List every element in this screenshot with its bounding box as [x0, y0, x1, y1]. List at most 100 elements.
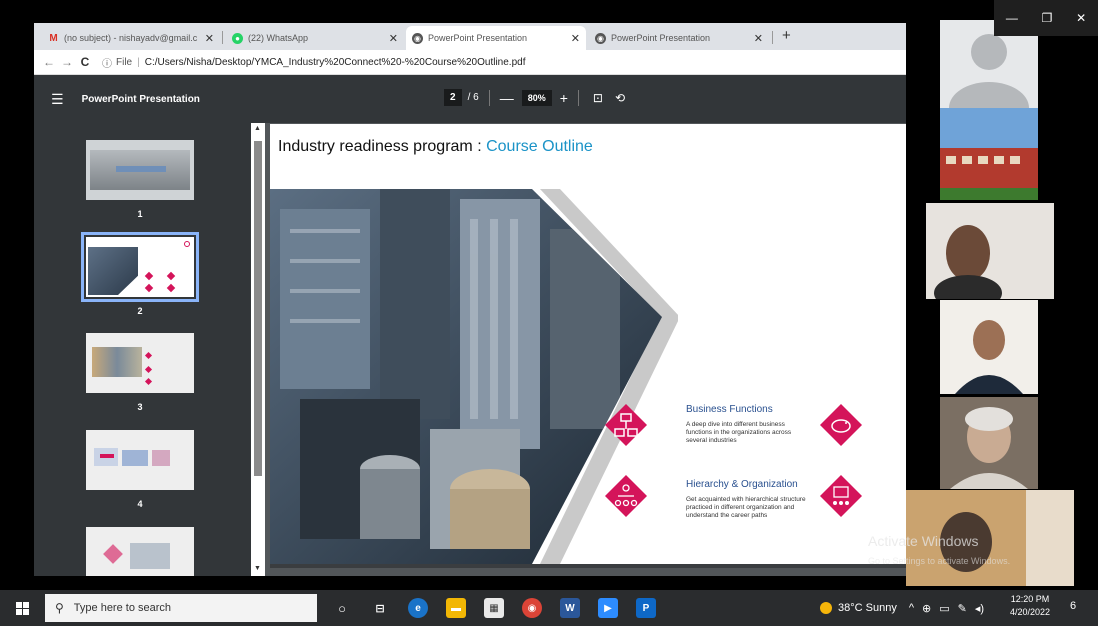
edge-icon[interactable]: e — [408, 598, 428, 618]
gmail-icon: M — [49, 32, 58, 44]
rotate-icon[interactable]: ⟲ — [615, 91, 625, 105]
close-icon[interactable]: ✕ — [571, 32, 580, 45]
item-description: A deep dive into different business func… — [686, 421, 792, 444]
sidebar-scrollbar[interactable]: ▲ ▼ — [251, 123, 265, 576]
participant-face-image — [926, 203, 1054, 299]
windows-start-icon[interactable] — [16, 601, 38, 615]
minimize-icon[interactable]: — — [1006, 11, 1018, 25]
thumbnail-page-1[interactable] — [86, 140, 194, 200]
scroll-down-icon[interactable]: ▼ — [254, 565, 261, 572]
zoom-in-button[interactable]: + — [560, 90, 568, 106]
thumbnail-page-5[interactable] — [86, 527, 194, 576]
slide-title-main: Industry readiness program : — [278, 138, 487, 155]
tab-whatsapp[interactable]: ● (22) WhatsApp ✕ — [226, 26, 404, 50]
thumbnail-page-2[interactable] — [81, 232, 199, 302]
close-icon[interactable]: ✕ — [754, 32, 763, 45]
zoom-out-button[interactable]: — — [500, 90, 514, 106]
org-chart-icon — [605, 404, 647, 446]
word-icon[interactable]: W — [560, 598, 580, 618]
scrollbar-thumb[interactable] — [254, 141, 262, 476]
notification-count: 6 — [1070, 600, 1077, 612]
hierarchy-icon — [605, 475, 647, 517]
slide-page: Industry readiness program : Course Outl… — [270, 124, 906, 568]
tab-powerpoint-active[interactable]: ◉ PowerPoint Presentation ✕ — [406, 26, 586, 50]
close-icon[interactable]: ✕ — [205, 32, 214, 45]
clock-time: 12:20 PM — [1010, 594, 1050, 604]
participant-face-image — [940, 300, 1038, 394]
search-icon: ⚲ — [55, 601, 64, 615]
tab-label: (no subject) - nishayadv@gmail.c — [64, 33, 198, 43]
weather-text[interactable]: 38°C Sunny — [838, 602, 897, 614]
chrome-icon[interactable]: ◉ — [522, 598, 542, 618]
forward-icon[interactable]: → — [58, 55, 76, 69]
activate-windows-watermark: Activate Windows — [868, 533, 979, 549]
fit-page-icon[interactable]: ⊡ — [593, 91, 603, 105]
clock[interactable]: 12:20 PM 4/20/2022 — [1010, 593, 1050, 619]
zoom-app-icon[interactable]: ▶ — [598, 598, 618, 618]
tab-gmail[interactable]: M (no subject) - nishayadv@gmail.c ✕ — [42, 26, 220, 50]
hamburger-menu-icon[interactable]: ☰ — [51, 91, 64, 108]
network-icon[interactable]: ⊕ — [922, 602, 931, 615]
page-number-input[interactable]: 2 — [444, 89, 462, 106]
item-heading: Hierarchy & Organization — [686, 479, 798, 490]
tab-label: PowerPoint Presentation — [611, 33, 711, 43]
screen: M (no subject) - nishayadv@gmail.c ✕ ● (… — [0, 0, 1098, 626]
tab-powerpoint[interactable]: ◉ PowerPoint Presentation ✕ — [589, 26, 769, 50]
system-tray: 38°C Sunny ^ ⊕ ▭ ✎ ◂) — [820, 590, 984, 626]
taskbar-search-input[interactable]: ⚲ Type here to search — [45, 594, 317, 622]
pdf-title: PowerPoint Presentation — [81, 93, 200, 105]
notification-icon[interactable]: 6 — [1070, 600, 1086, 616]
tab-label: (22) WhatsApp — [248, 33, 309, 43]
participant-video-3[interactable] — [940, 397, 1038, 489]
zoom-input[interactable]: 80% — [521, 89, 552, 106]
pen-icon[interactable]: ✎ — [958, 602, 967, 615]
thumbnail-page-3[interactable] — [86, 333, 194, 393]
pdf-toolbar: ☰ PowerPoint Presentation 2 / 6 — 80% + … — [34, 75, 906, 123]
page-total: / 6 — [467, 92, 479, 103]
restore-icon[interactable]: ❐ — [1042, 11, 1053, 25]
tab-label: PowerPoint Presentation — [428, 33, 528, 43]
item-description: Get acquainted with hierarchical structu… — [686, 496, 806, 519]
tab-strip: M (no subject) - nishayadv@gmail.c ✕ ● (… — [34, 23, 906, 50]
close-icon[interactable]: ✕ — [1076, 11, 1086, 25]
participant-video-building[interactable] — [940, 108, 1038, 200]
thumbnail-sidebar: 1 2 3 4 — [34, 123, 254, 576]
info-icon[interactable]: ⓘ — [102, 55, 112, 70]
powerpoint-app-icon[interactable]: P — [636, 598, 656, 618]
scroll-up-icon[interactable]: ▲ — [254, 125, 261, 132]
taskbar: ⚲ Type here to search ○ ⊟ e ▬ ▦ ◉ W ▶ P … — [0, 590, 1098, 626]
thumbnail-number: 4 — [137, 499, 143, 509]
participant-video-2[interactable] — [940, 300, 1038, 394]
cortana-icon[interactable]: ○ — [332, 598, 352, 618]
team-icon — [820, 475, 862, 517]
battery-icon[interactable]: ▭ — [939, 602, 949, 615]
browser-window: M (no subject) - nishayadv@gmail.c ✕ ● (… — [34, 23, 906, 576]
slide-title: Industry readiness program : Course Outl… — [278, 138, 593, 156]
pdf-body: 1 2 3 4 ▲ ▼ Industry readiness program:… — [34, 123, 906, 576]
file-explorer-icon[interactable]: ▬ — [446, 598, 466, 618]
new-tab-button[interactable]: + — [782, 27, 791, 44]
chevron-up-icon[interactable]: ^ — [909, 602, 914, 614]
volume-icon[interactable]: ◂) — [975, 602, 984, 615]
globe-icon: ◉ — [412, 32, 423, 44]
page-controls: 2 / 6 — 80% + ⊡ ⟲ — [444, 89, 625, 106]
url-input[interactable]: C:/Users/Nisha/Desktop/YMCA_Industry%20C… — [145, 57, 526, 68]
url-divider: | — [137, 56, 140, 68]
thumbnail-page-4[interactable] — [86, 430, 194, 490]
globe-icon: ◉ — [595, 32, 606, 44]
reload-icon[interactable]: C — [76, 55, 94, 69]
sun-icon — [820, 602, 832, 614]
thumbnail-number: 2 — [137, 306, 143, 316]
participant-video-1[interactable] — [926, 203, 1054, 299]
task-view-icon[interactable]: ⊟ — [370, 598, 390, 618]
address-bar: ← → C ⓘ File | C:/Users/Nisha/Desktop/YM… — [34, 50, 906, 75]
slide-title-accent: Course Outline — [486, 138, 593, 155]
piggy-bank-icon — [820, 404, 862, 446]
campus-building-image — [940, 108, 1038, 200]
thumbnail-number: 1 — [137, 209, 143, 219]
search-placeholder: Type here to search — [73, 602, 172, 614]
store-icon[interactable]: ▦ — [484, 598, 504, 618]
activate-windows-subtext: Go to Settings to activate Windows. — [868, 556, 1011, 566]
close-icon[interactable]: ✕ — [389, 32, 398, 45]
back-icon[interactable]: ← — [40, 55, 58, 69]
